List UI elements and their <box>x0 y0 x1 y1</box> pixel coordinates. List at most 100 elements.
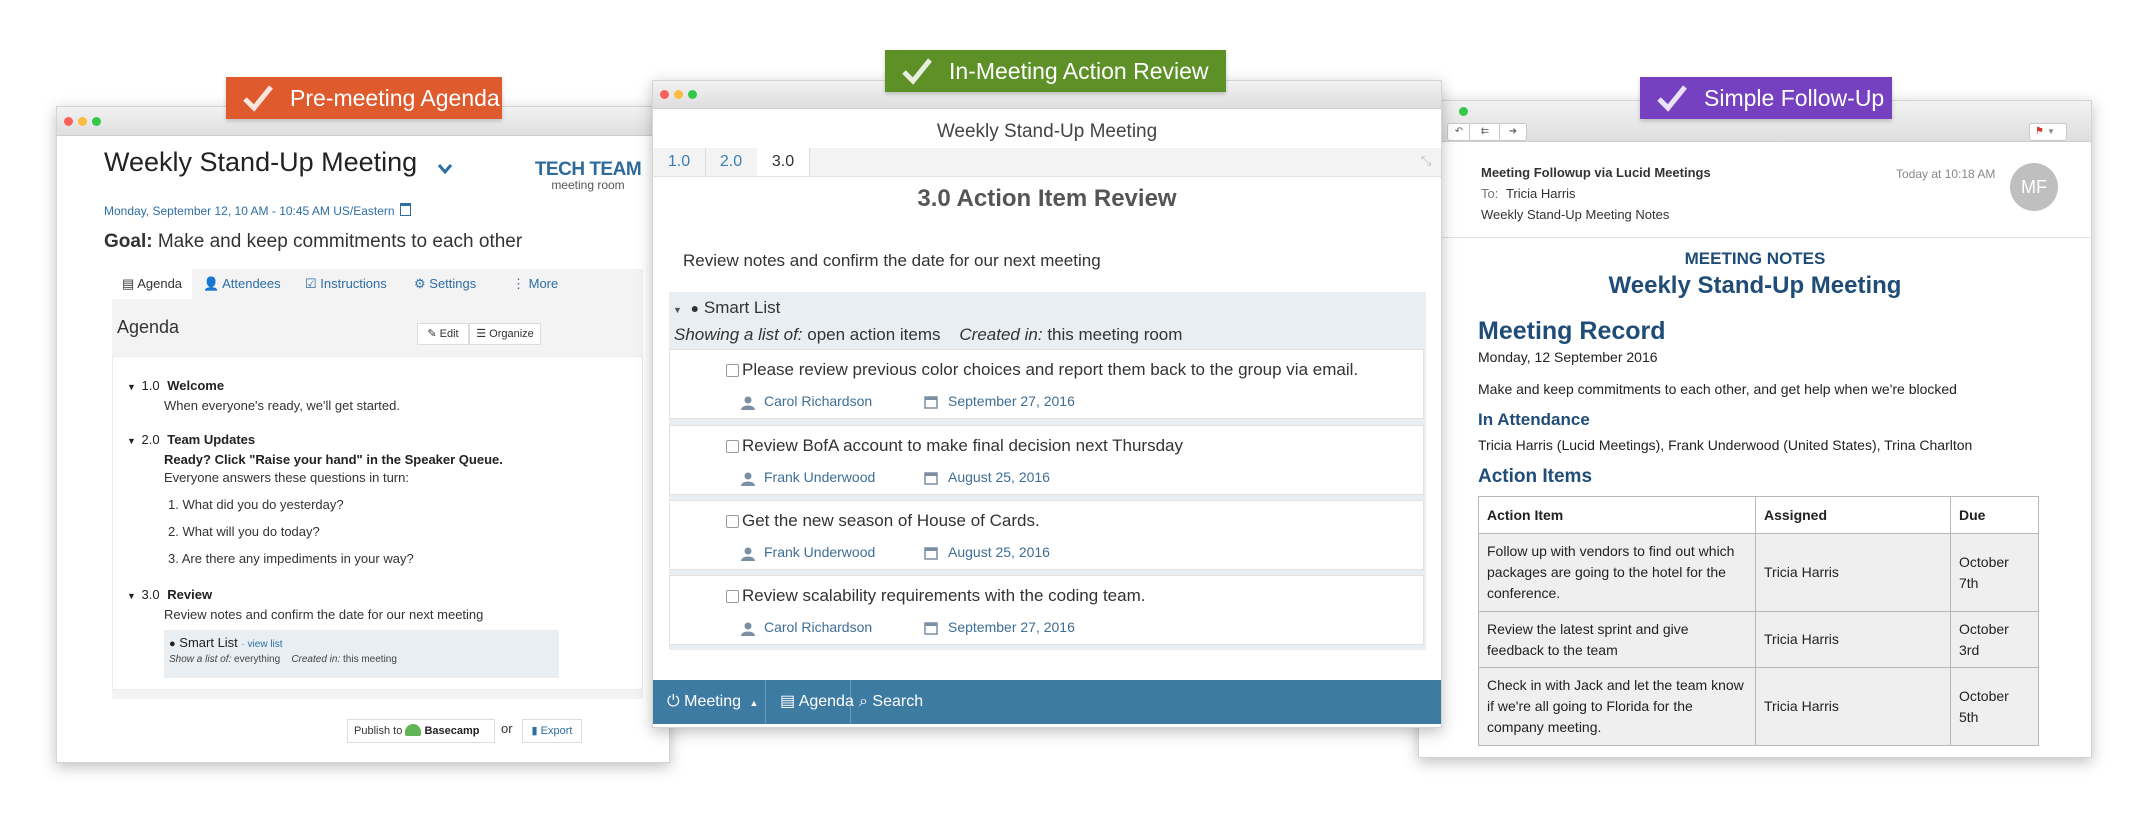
tab-instructions[interactable]: ☑ Instructions <box>305 269 387 299</box>
reply-all-button[interactable]: ⇇ <box>1469 123 1501 141</box>
tab-settings[interactable]: ⚙ Settings <box>414 269 476 299</box>
tab-2-0[interactable]: 2.0 <box>705 148 758 176</box>
user-icon <box>741 396 755 410</box>
record-heading: Meeting Record <box>1478 317 1666 345</box>
edit-button[interactable]: ✎ Edit <box>417 323 469 345</box>
action-item-title: Review scalability requirements with the… <box>742 586 1146 605</box>
header-divider <box>1419 237 2091 238</box>
maximize-window-button[interactable] <box>1459 107 1468 116</box>
action-item-assignee[interactable]: Frank Underwood <box>764 469 875 485</box>
maximize-window-button[interactable] <box>688 90 697 99</box>
organize-button[interactable]: ☰ Organize <box>469 323 541 345</box>
minimize-window-button[interactable] <box>78 117 87 126</box>
meeting-menu-button[interactable]: ⏻ Meeting ▲ <box>653 680 766 724</box>
expand-icon[interactable]: ⤡ <box>1421 153 1431 169</box>
more-vertical-icon: ⋮ <box>512 276 525 291</box>
agenda-item-desc: Review notes and confirm the date for ou… <box>164 607 484 622</box>
clipboard-icon: ▤ <box>780 693 796 710</box>
chevron-down-icon[interactable] <box>437 163 453 175</box>
due-cell: October 5th <box>1950 667 2039 746</box>
table-header-row: Action Item Assigned Due <box>1478 496 2039 534</box>
show-value: everything <box>234 654 281 665</box>
table-row: Review the latest sprint and give feedba… <box>1478 611 2039 668</box>
smart-list-box: ● Smart List · view list Show a list of:… <box>164 630 559 678</box>
tab-settings-label: Settings <box>429 276 477 291</box>
lightbulb-icon: ● <box>169 638 176 650</box>
goal-label: Goal: <box>104 231 153 252</box>
assigned-cell: Tricia Harris <box>1755 611 1951 668</box>
review-window-title: Weekly Stand-Up Meeting <box>936 121 1158 142</box>
tab-agenda-label: Agenda <box>137 276 183 291</box>
action-item-due-date[interactable]: August 25, 2016 <box>948 469 1050 485</box>
action-item-card: Review scalability requirements with the… <box>669 575 1424 645</box>
agenda-item-title: Review <box>167 587 213 602</box>
action-item-cell: Check in with Jack and let the team know… <box>1478 667 1756 746</box>
action-item-checkbox[interactable] <box>726 364 739 377</box>
action-item-card: Get the new season of House of Cards. Fr… <box>669 500 1424 570</box>
agenda-item-title: Team Updates <box>167 432 256 447</box>
section-tabbar: 1.0 2.0 3.0 ⤡ <box>653 148 1441 177</box>
action-items-heading: Action Items <box>1478 466 1593 487</box>
action-item-due-date[interactable]: September 27, 2016 <box>948 619 1075 635</box>
action-item-due-date[interactable]: August 25, 2016 <box>948 544 1050 560</box>
goal-text: Make and keep commitments to each other <box>157 231 523 252</box>
email-to-row: To: Tricia Harris <box>1481 186 1576 201</box>
agenda-item-desc: When everyone's ready, we'll get started… <box>164 398 400 413</box>
caret-down-icon: ▼ <box>127 436 136 446</box>
question-item: 2. What will you do today? <box>168 524 320 539</box>
agenda-item-title: Welcome <box>167 378 225 393</box>
tab-agenda[interactable]: ▤ Agenda <box>112 269 192 299</box>
action-item-checkbox[interactable] <box>726 590 739 603</box>
action-item-due-date[interactable]: September 27, 2016 <box>948 393 1075 409</box>
tab-instructions-label: Instructions <box>320 276 387 291</box>
ribbon-pre-meeting: Pre-meeting Agenda <box>226 77 502 119</box>
action-item-checkbox[interactable] <box>726 515 739 528</box>
file-icon: ▮ <box>531 725 538 737</box>
user-icon <box>741 472 755 486</box>
action-item-assignee[interactable]: Carol Richardson <box>764 393 872 409</box>
due-cell: October 7th <box>1950 533 2039 612</box>
smart-list-header[interactable]: ▼ ● Smart List <box>673 298 780 318</box>
tab-3-0[interactable]: 3.0 <box>757 148 810 176</box>
calendar-icon[interactable] <box>399 203 411 216</box>
tab-1-0[interactable]: 1.0 <box>653 148 706 176</box>
caret-down-icon: ▼ <box>127 382 136 392</box>
agenda-item-bold-desc: Ready? Click "Raise your hand" in the Sp… <box>164 452 503 467</box>
team-logo: TECH TEAM meeting room <box>533 159 643 192</box>
action-item-assignee[interactable]: Frank Underwood <box>764 544 875 560</box>
publish-label: Publish to <box>354 725 403 737</box>
checkmark-icon <box>902 58 932 85</box>
or-label: or <box>501 721 513 736</box>
close-window-button[interactable] <box>660 90 669 99</box>
lightbulb-icon: ● <box>690 300 700 316</box>
maximize-window-button[interactable] <box>92 117 101 126</box>
action-item-checkbox[interactable] <box>726 440 739 453</box>
agenda-item-1-header[interactable]: ▼ 1.0 Welcome <box>127 378 224 393</box>
smart-list-label: Smart List <box>179 635 238 650</box>
to-value: Tricia Harris <box>1505 186 1576 201</box>
attendance-list: Tricia Harris (Lucid Meetings), Frank Un… <box>1478 437 1973 453</box>
publish-basecamp-button[interactable]: Publish to Basecamp <box>347 719 495 743</box>
minimize-window-button[interactable] <box>674 90 683 99</box>
table-row: Follow up with vendors to find out which… <box>1478 533 2039 612</box>
calendar-icon <box>924 472 938 485</box>
action-item-assignee[interactable]: Carol Richardson <box>764 619 872 635</box>
agenda-item-3-header[interactable]: ▼ 3.0 Review <box>127 587 212 602</box>
goal-row: Goal: Make and keep commitments to each … <box>104 231 522 253</box>
export-button[interactable]: ▮ Export <box>522 719 582 743</box>
search-button[interactable]: ⌕ Search <box>851 680 941 724</box>
tab-attendees[interactable]: 👤 Attendees <box>203 269 281 299</box>
reply-button[interactable]: ↶ <box>1447 123 1471 141</box>
calendar-icon <box>924 547 938 560</box>
forward-button[interactable]: ➜ <box>1499 123 1527 141</box>
agenda-panel-title: Agenda <box>117 317 180 337</box>
flag-button[interactable]: ⚑ ▼ <box>2029 123 2067 141</box>
agenda-button[interactable]: ▤ Agenda <box>766 680 854 724</box>
tab-more[interactable]: ⋮ More <box>512 269 558 299</box>
email-from: Meeting Followup via Lucid Meetings <box>1481 165 1711 180</box>
close-window-button[interactable] <box>64 117 73 126</box>
smart-list-label: Smart List <box>703 298 781 317</box>
view-list-link[interactable]: · view list <box>241 639 282 650</box>
agenda-item-2-header[interactable]: ▼ 2.0 Team Updates <box>127 432 255 447</box>
agenda-item-desc: Everyone answers these questions in turn… <box>164 470 409 485</box>
